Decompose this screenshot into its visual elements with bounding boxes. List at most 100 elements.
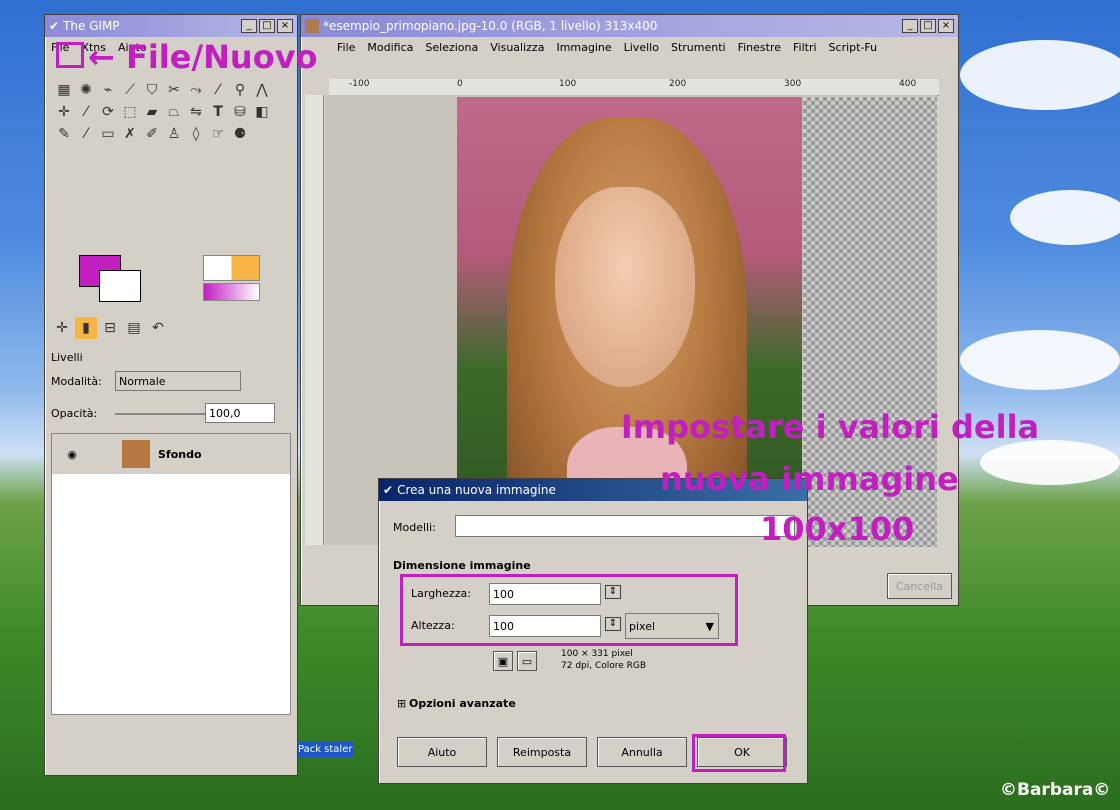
menu-modifica[interactable]: Modifica bbox=[361, 41, 419, 54]
image-info-line1: 100 × 331 pixel bbox=[561, 649, 633, 659]
menu-finestre[interactable]: Finestre bbox=[732, 41, 787, 54]
toolbox-titlebar[interactable]: ✔ The GIMP _ □ × bbox=[45, 15, 297, 37]
menu-script-fu[interactable]: Script-Fu bbox=[823, 41, 884, 54]
opacity-slider[interactable] bbox=[115, 413, 205, 415]
watermark: ©Barbara© bbox=[1000, 780, 1111, 800]
ruler-tick: 300 bbox=[784, 79, 802, 89]
airbrush-icon[interactable]: ✗ bbox=[119, 123, 141, 145]
eraser-icon[interactable]: ▭ bbox=[97, 123, 119, 145]
menu-file[interactable]: File bbox=[331, 41, 361, 54]
layers-tab-icon[interactable]: ▮ bbox=[75, 317, 97, 339]
close-icon[interactable]: × bbox=[277, 19, 293, 33]
crop-icon[interactable]: ⁄ bbox=[75, 101, 97, 123]
gradient-preview[interactable] bbox=[203, 283, 260, 301]
tool-options-tab-icon[interactable]: ✛ bbox=[51, 317, 73, 339]
ruler-tick: 400 bbox=[899, 79, 917, 89]
landscape-icon[interactable]: ▭ bbox=[517, 651, 537, 671]
zoom-icon[interactable]: ⚲ bbox=[229, 79, 251, 101]
scissors-icon[interactable]: ✂ bbox=[163, 79, 185, 101]
flip-icon[interactable]: ⇋ bbox=[185, 101, 207, 123]
move-icon[interactable]: ✛ bbox=[53, 101, 75, 123]
vertical-ruler bbox=[305, 95, 324, 545]
gimp-icon: ✔ bbox=[49, 19, 60, 33]
perspective-icon[interactable]: ⏢ bbox=[163, 101, 185, 123]
portrait-face bbox=[555, 187, 695, 387]
instruction-line1: Impostare i valori della bbox=[620, 408, 1040, 446]
paths-tab-icon[interactable]: ▤ bbox=[123, 317, 145, 339]
cancel-button[interactable]: Annulla bbox=[597, 737, 687, 767]
magic-wand-icon[interactable]: ⟋ bbox=[119, 79, 141, 101]
image-window-titlebar[interactable]: *esempio_primopiano.jpg-10.0 (RGB, 1 liv… bbox=[301, 15, 958, 37]
layers-tab-label: Livelli bbox=[51, 351, 83, 364]
toolbox-title: The GIMP bbox=[63, 19, 120, 33]
templates-combo[interactable] bbox=[455, 515, 795, 537]
channels-tab-icon[interactable]: ⊟ bbox=[99, 317, 121, 339]
cloud bbox=[1010, 190, 1120, 245]
ok-button-highlight bbox=[692, 734, 786, 772]
rotate-icon[interactable]: ⟳ bbox=[97, 101, 119, 123]
cloud bbox=[960, 40, 1120, 110]
layer-row[interactable]: ◉ Sfondo bbox=[52, 434, 290, 474]
expander-icon[interactable]: ⊞ bbox=[397, 697, 406, 710]
gimp-icon: ✔ bbox=[383, 483, 394, 497]
shear-icon[interactable]: ▰ bbox=[141, 101, 163, 123]
cloud bbox=[960, 330, 1120, 390]
opacity-input[interactable]: 100,0 bbox=[205, 403, 275, 423]
blur-icon[interactable]: ◊ bbox=[185, 123, 207, 145]
size-fields-highlight bbox=[400, 574, 738, 646]
undo-tab-icon[interactable]: ↶ bbox=[147, 317, 169, 339]
ellipse-select-icon[interactable]: ✺ bbox=[75, 79, 97, 101]
bucket-fill-icon[interactable]: ⛁ bbox=[229, 101, 251, 123]
advanced-options-toggle[interactable]: Opzioni avanzate bbox=[409, 697, 516, 710]
clone-icon[interactable]: ♙ bbox=[163, 123, 185, 145]
minimize-icon[interactable]: _ bbox=[241, 19, 257, 33]
file-menu-highlight bbox=[56, 42, 84, 68]
reset-button[interactable]: Reimposta bbox=[497, 737, 587, 767]
instruction-line2: nuova immagine bbox=[660, 460, 959, 498]
help-button[interactable]: Aiuto bbox=[397, 737, 487, 767]
dodge-icon[interactable]: ⚈ bbox=[229, 123, 251, 145]
mode-select[interactable]: Normale bbox=[115, 371, 241, 391]
cancel-image-button[interactable]: Cancella bbox=[887, 573, 952, 599]
pencil-icon[interactable]: ✎ bbox=[53, 123, 75, 145]
image-icon bbox=[305, 19, 319, 33]
file-new-label: File/Nuovo bbox=[125, 38, 318, 76]
text-icon[interactable]: T bbox=[207, 101, 229, 123]
menu-filtri[interactable]: Filtri bbox=[787, 41, 823, 54]
horizontal-ruler: -100 0 100 200 300 400 bbox=[329, 79, 939, 96]
ink-icon[interactable]: ✐ bbox=[141, 123, 163, 145]
paintbrush-icon[interactable]: ⁄ bbox=[75, 123, 97, 145]
scale-icon[interactable]: ⬚ bbox=[119, 101, 141, 123]
taskbar-item[interactable]: Pack staler bbox=[296, 742, 355, 757]
menu-livello[interactable]: Livello bbox=[618, 41, 665, 54]
background-color[interactable] bbox=[99, 270, 141, 302]
minimize-icon[interactable]: _ bbox=[902, 19, 918, 33]
maximize-icon[interactable]: □ bbox=[920, 19, 936, 33]
portrait-icon[interactable]: ▣ bbox=[493, 651, 513, 671]
mode-label: Modalità: bbox=[51, 375, 102, 388]
lasso-icon[interactable]: ⌁ bbox=[97, 79, 119, 101]
file-new-annotation: ← File/Nuovo bbox=[88, 38, 318, 76]
layer-name: Sfondo bbox=[158, 447, 202, 461]
eye-icon[interactable]: ◉ bbox=[52, 448, 92, 461]
ruler-tick: 100 bbox=[559, 79, 577, 89]
maximize-icon[interactable]: □ bbox=[259, 19, 275, 33]
menu-strumenti[interactable]: Strumenti bbox=[665, 41, 732, 54]
dock-tabs: ✛ ▮ ⊟ ▤ ↶ bbox=[51, 317, 291, 343]
blend-icon[interactable]: ◧ bbox=[251, 101, 273, 123]
paths-icon[interactable]: ⤳ bbox=[185, 79, 207, 101]
menu-seleziona[interactable]: Seleziona bbox=[419, 41, 484, 54]
image-info-line2: 72 dpi, Colore RGB bbox=[561, 661, 647, 671]
color-picker-icon[interactable]: ⁄ bbox=[207, 79, 229, 101]
image-menubar: File Modifica Seleziona Visualizza Immag… bbox=[301, 37, 958, 57]
select-by-color-icon[interactable]: ⛉ bbox=[141, 79, 163, 101]
rect-select-icon[interactable]: ▦ bbox=[53, 79, 75, 101]
smudge-icon[interactable]: ☞ bbox=[207, 123, 229, 145]
instruction-line3: 100x100 bbox=[760, 510, 915, 548]
layer-thumbnail bbox=[122, 440, 150, 468]
pattern-preview[interactable] bbox=[203, 255, 260, 281]
measure-icon[interactable]: ⋀ bbox=[251, 79, 273, 101]
close-icon[interactable]: × bbox=[938, 19, 954, 33]
menu-visualizza[interactable]: Visualizza bbox=[484, 41, 550, 54]
menu-immagine[interactable]: Immagine bbox=[550, 41, 617, 54]
